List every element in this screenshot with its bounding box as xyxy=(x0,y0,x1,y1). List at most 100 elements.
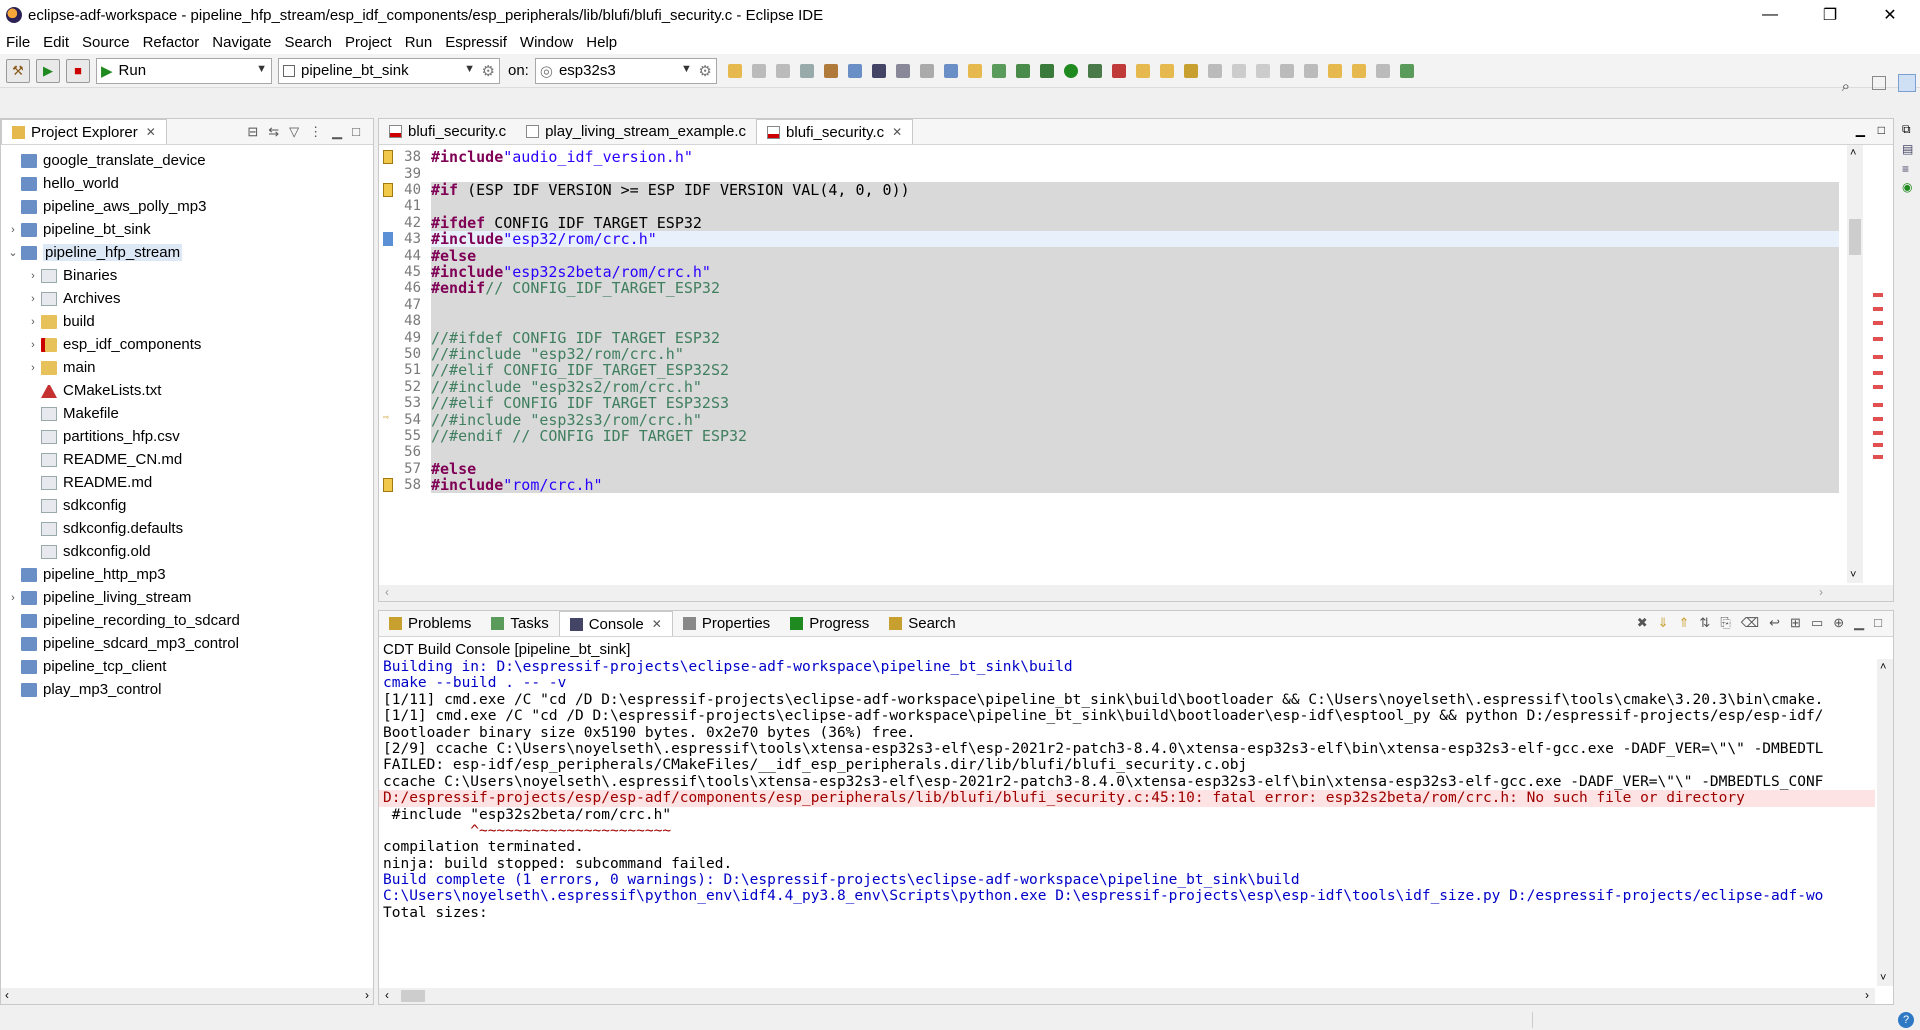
tree-item[interactable]: pipeline_aws_polly_mp3 xyxy=(5,195,373,218)
minimize-icon[interactable]: ▁ xyxy=(1854,615,1864,631)
horizontal-scrollbar[interactable]: ‹ › xyxy=(1,988,373,1004)
warning-marker-icon[interactable] xyxy=(383,182,393,197)
tree-item[interactable]: play_mp3_control xyxy=(5,678,373,701)
close-button[interactable]: ✕ xyxy=(1860,0,1920,30)
menu-source[interactable]: Source xyxy=(82,34,130,51)
debug-icon[interactable] xyxy=(1039,63,1054,78)
tree-item[interactable]: Makefile xyxy=(5,402,373,425)
link-editor-icon[interactable]: ⇆ xyxy=(268,124,279,140)
next-annotation-icon[interactable] xyxy=(1279,63,1294,78)
menu-espressif[interactable]: Espressif xyxy=(445,34,507,51)
scroll-left-icon[interactable]: ‹ xyxy=(385,585,389,599)
tree-item[interactable]: sdkconfig.defaults xyxy=(5,517,373,540)
editor-tab[interactable]: blufi_security.c xyxy=(379,119,516,144)
editor-vertical-scrollbar[interactable]: ˄ ˅ xyxy=(1847,145,1863,583)
error-marker-icon[interactable] xyxy=(1873,321,1883,325)
outline-icon[interactable]: ▤ xyxy=(1902,142,1913,156)
tree-item[interactable]: › Binaries xyxy=(5,264,373,287)
collapse-all-icon[interactable]: ⊟ xyxy=(247,124,258,140)
collapsed-chevron-icon[interactable]: › xyxy=(5,592,21,604)
new-project-icon[interactable] xyxy=(943,63,958,78)
refresh-icon[interactable] xyxy=(919,63,934,78)
scroll-lock-icon[interactable]: ⇅ xyxy=(1699,615,1710,631)
tree-item[interactable]: google_translate_device xyxy=(5,149,373,172)
menu-window[interactable]: Window xyxy=(520,34,573,51)
close-icon[interactable]: ✕ xyxy=(892,125,902,139)
maximize-button[interactable]: ❐ xyxy=(1800,0,1860,30)
error-marker-icon[interactable] xyxy=(1873,293,1883,297)
menu-search[interactable]: Search xyxy=(284,34,332,51)
cpp-perspective-icon[interactable] xyxy=(1898,74,1916,92)
warning-marker-icon[interactable] xyxy=(383,150,393,164)
maximize-icon[interactable]: □ xyxy=(1874,615,1882,631)
tree-item[interactable]: › esp_idf_components xyxy=(5,333,373,356)
tree-item[interactable]: sdkconfig xyxy=(5,494,373,517)
next-error-icon[interactable]: ⇓ xyxy=(1658,615,1669,631)
restore-icon[interactable]: ⧉ xyxy=(1902,122,1911,137)
expanded-chevron-icon[interactable]: ⌄ xyxy=(5,246,21,259)
save-icon[interactable] xyxy=(751,63,766,78)
menu-file[interactable]: File xyxy=(6,34,30,51)
clear-console-icon[interactable]: ⌫ xyxy=(1741,615,1759,631)
error-marker-icon[interactable] xyxy=(1873,403,1883,407)
tree-item[interactable]: README_CN.md xyxy=(5,448,373,471)
menu-run[interactable]: Run xyxy=(405,34,433,51)
error-marker-icon[interactable] xyxy=(1873,443,1883,447)
include-browser-icon[interactable]: ≡ xyxy=(1902,162,1909,176)
pin-console-icon[interactable]: ⊞ xyxy=(1790,615,1801,631)
help-icon[interactable]: ? xyxy=(1898,1012,1914,1028)
new-icon[interactable] xyxy=(727,63,742,78)
gear-icon[interactable]: ⚙ xyxy=(482,62,495,80)
scroll-left-icon[interactable]: ‹ xyxy=(5,988,9,1002)
scroll-down-icon[interactable]: ˅ xyxy=(1850,569,1856,581)
tree-item[interactable]: › pipeline_living_stream xyxy=(5,586,373,609)
collapsed-chevron-icon[interactable]: › xyxy=(25,270,41,282)
copy-build-log-icon[interactable]: ⎘ xyxy=(1720,615,1730,631)
prev-annotation-icon[interactable] xyxy=(1303,63,1318,78)
close-icon[interactable]: ✕ xyxy=(146,125,156,139)
new-class-icon[interactable] xyxy=(991,63,1006,78)
launch-config-select[interactable]: pipeline_bt_sink ▼ ⚙ xyxy=(278,57,500,84)
tab-project-explorer[interactable]: Project Explorer ✕ xyxy=(1,119,167,144)
build-hammer-button[interactable]: ⚒ xyxy=(6,58,30,83)
tree-item[interactable]: sdkconfig.old xyxy=(5,540,373,563)
scroll-thumb[interactable] xyxy=(401,990,425,1002)
scroll-up-icon[interactable]: ˄ xyxy=(1880,661,1886,673)
collapsed-chevron-icon[interactable]: › xyxy=(25,339,41,351)
open-type-icon[interactable] xyxy=(1135,63,1150,78)
tree-item[interactable]: README.md xyxy=(5,471,373,494)
stop-button[interactable]: ■ xyxy=(66,58,90,83)
current-line-arrow-icon[interactable]: ⇨ xyxy=(383,412,393,426)
maximize-icon[interactable]: □ xyxy=(352,124,360,139)
tree-item[interactable]: ⌄ pipeline_hfp_stream xyxy=(5,241,373,264)
minimize-icon[interactable]: ▁ xyxy=(1856,123,1865,137)
open-perspective-icon[interactable] xyxy=(1872,76,1886,90)
scroll-up-icon[interactable]: ˄ xyxy=(1850,147,1856,159)
forward-icon[interactable] xyxy=(1375,63,1390,78)
tab-search[interactable]: Search xyxy=(879,611,966,636)
tree-item[interactable]: pipeline_sdcard_mp3_control xyxy=(5,632,373,655)
coverage-icon[interactable] xyxy=(1087,63,1102,78)
tab-progress[interactable]: Progress xyxy=(780,611,879,636)
console-vertical-scrollbar[interactable]: ˄ ˅ xyxy=(1877,659,1893,986)
target-select[interactable]: ◎ esp32s3 ▼ ⚙ xyxy=(534,57,717,84)
menu-refactor[interactable]: Refactor xyxy=(143,34,200,51)
collapsed-chevron-icon[interactable]: › xyxy=(5,224,21,236)
editor-tab[interactable]: play_living_stream_example.c xyxy=(516,119,756,144)
tree-item[interactable]: CMakeLists.txt xyxy=(5,379,373,402)
editor-horizontal-scrollbar[interactable]: ‹ › xyxy=(379,585,1893,601)
tab-tasks[interactable]: Tasks xyxy=(481,611,558,636)
last-edit-icon[interactable] xyxy=(1327,63,1342,78)
open-folder-icon[interactable] xyxy=(1159,63,1174,78)
new-folder-icon[interactable] xyxy=(967,63,982,78)
collapsed-chevron-icon[interactable]: › xyxy=(25,293,41,305)
maximize-icon[interactable]: □ xyxy=(1878,123,1885,137)
terminate-icon[interactable]: ✖ xyxy=(1637,615,1648,631)
tree-item[interactable]: pipeline_recording_to_sdcard xyxy=(5,609,373,632)
collapsed-chevron-icon[interactable]: › xyxy=(25,362,41,374)
tree-item[interactable]: › Archives xyxy=(5,287,373,310)
error-marker-icon[interactable] xyxy=(1873,455,1883,459)
menu-project[interactable]: Project xyxy=(345,34,392,51)
editor-tab[interactable]: blufi_security.c ✕ xyxy=(756,119,914,144)
tree-item[interactable]: pipeline_tcp_client xyxy=(5,655,373,678)
